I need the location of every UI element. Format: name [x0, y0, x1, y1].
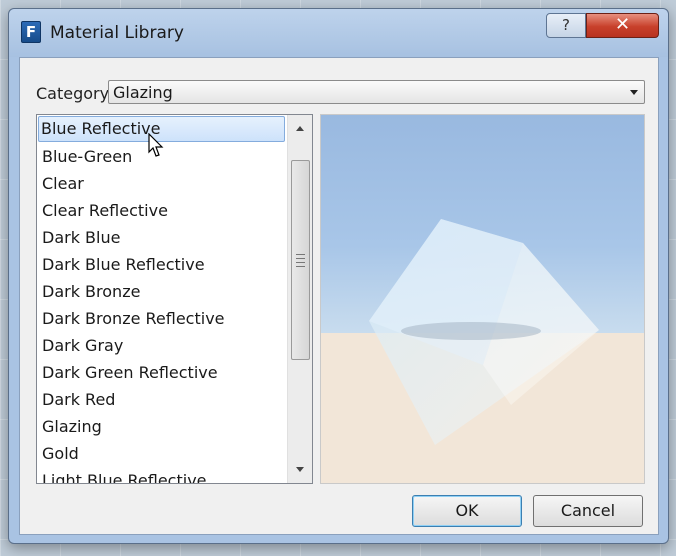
list-item[interactable]: Clear Reflective — [37, 196, 287, 223]
arrow-up-icon — [296, 126, 304, 131]
material-preview — [320, 114, 645, 484]
list-item[interactable]: Dark Red — [37, 385, 287, 412]
list-item[interactable]: Clear — [37, 169, 287, 196]
dialog-body: Category Glazing Blue Reflective Blue-Gre… — [19, 57, 659, 535]
material-list-items: Blue Reflective Blue-Green Clear Clear Refl… — [37, 115, 287, 483]
material-library-dialog: F Material Library ? ✕ Category Glazing … — [8, 8, 669, 544]
list-item[interactable]: Dark Gray — [37, 331, 287, 358]
list-item[interactable]: Dark Green Reflective — [37, 358, 287, 385]
list-item[interactable]: Dark Bronze — [37, 277, 287, 304]
scroll-thumb[interactable] — [291, 160, 310, 360]
ok-button[interactable]: OK — [412, 495, 522, 527]
cloud-reflection — [401, 322, 541, 340]
title-bar[interactable]: F Material Library ? ✕ — [9, 9, 668, 57]
category-dropdown[interactable]: Glazing — [108, 80, 645, 104]
material-list[interactable]: Blue Reflective Blue-Green Clear Clear Refl… — [36, 114, 313, 484]
app-icon: F — [21, 21, 41, 43]
list-item[interactable]: Light Blue Reflective — [37, 466, 287, 483]
grip-line — [296, 254, 305, 255]
list-scrollbar[interactable] — [287, 115, 312, 483]
list-item[interactable]: Dark Bronze Reflective — [37, 304, 287, 331]
list-item[interactable]: Dark Blue Reflective — [37, 250, 287, 277]
scroll-up-button[interactable] — [288, 117, 312, 139]
arrow-down-icon — [296, 467, 304, 472]
preview-render — [321, 115, 644, 483]
grip-line — [296, 266, 305, 267]
category-selected-value: Glazing — [113, 83, 173, 102]
dialog-title: Material Library — [50, 23, 184, 43]
close-button[interactable]: ✕ — [586, 13, 659, 38]
chevron-down-icon — [630, 90, 638, 95]
mouse-cursor-icon — [148, 133, 164, 157]
cancel-button[interactable]: Cancel — [533, 495, 643, 527]
scroll-down-button[interactable] — [288, 459, 312, 481]
help-button[interactable]: ? — [546, 13, 586, 38]
list-item[interactable]: Dark Blue — [37, 223, 287, 250]
grip-line — [296, 262, 305, 263]
list-item[interactable]: Gold — [37, 439, 287, 466]
category-label: Category — [36, 84, 110, 103]
grip-line — [296, 258, 305, 259]
list-item[interactable]: Glazing — [37, 412, 287, 439]
